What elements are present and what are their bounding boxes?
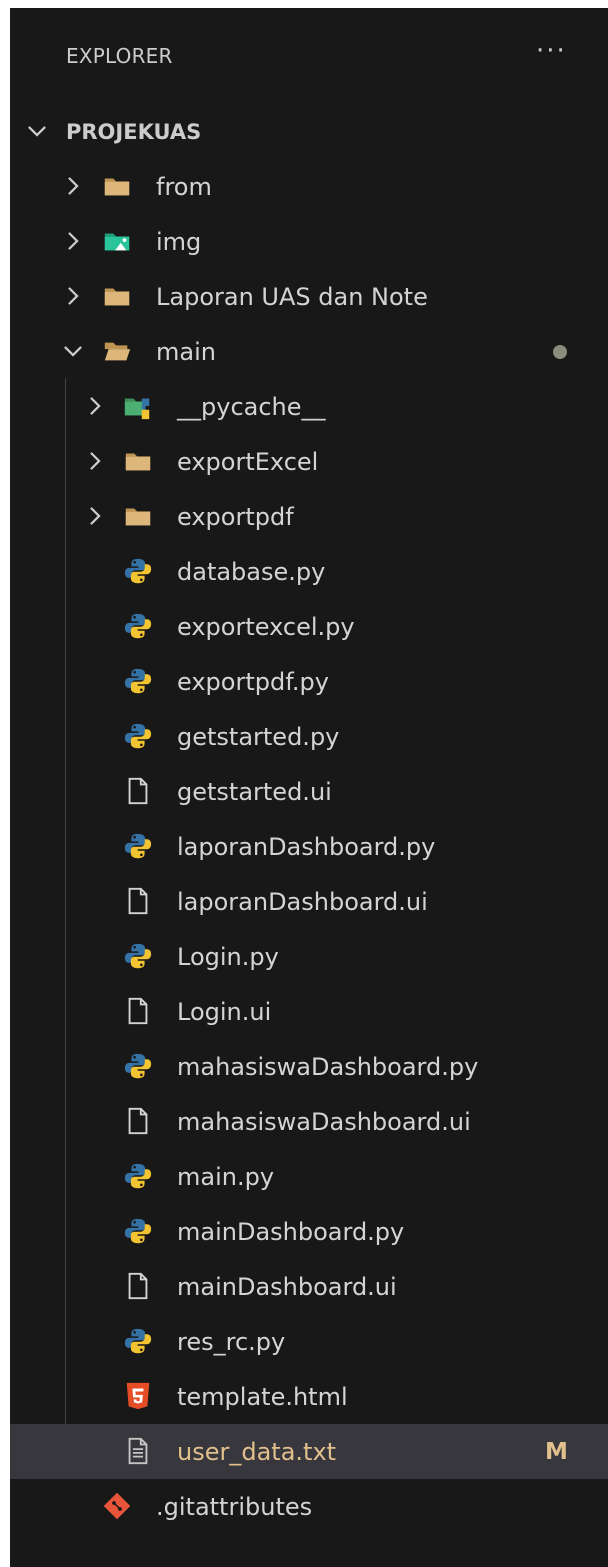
tree-label: database.py	[177, 558, 326, 586]
tree-label: getstarted.py	[177, 723, 340, 751]
python-icon	[123, 1216, 153, 1246]
modified-badge: M	[545, 1439, 568, 1465]
image-folder-icon	[102, 226, 132, 256]
tree-label: exportExcel	[177, 448, 319, 476]
tree-file-mahasiswadashboard-ui[interactable]: mahasiswaDashboard.ui	[10, 1094, 608, 1149]
tree-file-getstarted-ui[interactable]: getstarted.ui	[10, 764, 608, 819]
tree-label: Login.ui	[177, 998, 272, 1026]
tree-label: __pycache__	[177, 393, 326, 421]
tree-file-getstarted-py[interactable]: getstarted.py	[10, 709, 608, 764]
tree-label: res_rc.py	[177, 1328, 286, 1356]
text-file-icon	[123, 1436, 153, 1466]
python-icon	[123, 721, 153, 751]
tree-label: main.py	[177, 1163, 275, 1191]
chevron-right-icon	[60, 173, 86, 199]
file-icon	[123, 1106, 153, 1136]
python-icon	[123, 611, 153, 641]
tree-folder-from[interactable]: from	[10, 159, 608, 214]
tree-label: PROJEKUAS	[66, 120, 202, 144]
tree-label: img	[156, 228, 202, 256]
explorer-panel: EXPLORER ··· PROJEKUAS from img Laporan …	[10, 8, 608, 1567]
tree-file-maindashboard-ui[interactable]: mainDashboard.ui	[10, 1259, 608, 1314]
tree-file-res-rc-py[interactable]: res_rc.py	[10, 1314, 608, 1369]
tree-file-login-ui[interactable]: Login.ui	[10, 984, 608, 1039]
tree-label: mainDashboard.py	[177, 1218, 405, 1246]
python-folder-icon	[123, 391, 153, 421]
tree-label: template.html	[177, 1383, 348, 1411]
chevron-right-icon	[60, 283, 86, 309]
chevron-down-icon	[24, 118, 50, 144]
tree-label: user_data.txt	[177, 1438, 337, 1466]
tree-label: Login.py	[177, 943, 279, 971]
tree-file-user-data-txt[interactable]: user_data.txt M	[10, 1424, 608, 1479]
explorer-header: EXPLORER ···	[10, 8, 608, 110]
tree-file-exportpdf-py[interactable]: exportpdf.py	[10, 654, 608, 709]
folder-icon	[123, 446, 153, 476]
tree-folder-pycache[interactable]: __pycache__	[10, 379, 608, 434]
modified-dot-icon	[553, 345, 567, 359]
tree-label: exportpdf	[177, 503, 294, 531]
tree-label: mahasiswaDashboard.py	[177, 1053, 479, 1081]
python-icon	[123, 666, 153, 696]
tree-file-laporandashboard-py[interactable]: laporanDashboard.py	[10, 819, 608, 874]
tree-file-gitattributes[interactable]: .gitattributes	[10, 1479, 608, 1534]
folder-icon	[102, 171, 132, 201]
tree-folder-exportpdf[interactable]: exportpdf	[10, 489, 608, 544]
git-icon	[102, 1491, 132, 1521]
tree-file-mahasiswadashboard-py[interactable]: mahasiswaDashboard.py	[10, 1039, 608, 1094]
python-icon	[123, 1051, 153, 1081]
tree-label: exportpdf.py	[177, 668, 329, 696]
tree-label: .gitattributes	[156, 1493, 313, 1521]
tree-file-laporandashboard-ui[interactable]: laporanDashboard.ui	[10, 874, 608, 929]
tree-label: exportexcel.py	[177, 613, 355, 641]
folder-icon	[102, 281, 132, 311]
chevron-right-icon	[82, 503, 108, 529]
file-icon	[123, 1271, 153, 1301]
chevron-down-icon	[60, 338, 86, 364]
tree-file-login-py[interactable]: Login.py	[10, 929, 608, 984]
file-icon	[123, 996, 153, 1026]
tree-file-main-py[interactable]: main.py	[10, 1149, 608, 1204]
tree-folder-laporan[interactable]: Laporan UAS dan Note	[10, 269, 608, 324]
tree-label: Laporan UAS dan Note	[156, 283, 428, 311]
chevron-right-icon	[82, 448, 108, 474]
tree-label: from	[156, 173, 212, 201]
file-icon	[123, 886, 153, 916]
python-icon	[123, 1161, 153, 1191]
tree-folder-main[interactable]: main	[10, 324, 608, 379]
python-icon	[123, 831, 153, 861]
tree-folder-exportexcel[interactable]: exportExcel	[10, 434, 608, 489]
explorer-title: EXPLORER	[66, 44, 173, 68]
more-actions-icon[interactable]: ···	[536, 36, 567, 66]
open-folder-icon	[102, 336, 132, 366]
tree-file-database-py[interactable]: database.py	[10, 544, 608, 599]
python-icon	[123, 1326, 153, 1356]
tree-file-maindashboard-py[interactable]: mainDashboard.py	[10, 1204, 608, 1259]
tree-file-template-html[interactable]: template.html	[10, 1369, 608, 1424]
tree-label: main	[156, 338, 216, 366]
chevron-right-icon	[60, 228, 86, 254]
folder-icon	[123, 501, 153, 531]
tree-label: getstarted.ui	[177, 778, 332, 806]
file-icon	[123, 776, 153, 806]
python-icon	[123, 941, 153, 971]
tree-label: laporanDashboard.ui	[177, 888, 428, 916]
tree-folder-img[interactable]: img	[10, 214, 608, 269]
tree-label: mainDashboard.ui	[177, 1273, 397, 1301]
tree-label: laporanDashboard.py	[177, 833, 436, 861]
tree-label: mahasiswaDashboard.ui	[177, 1108, 471, 1136]
tree-file-exportexcel-py[interactable]: exportexcel.py	[10, 599, 608, 654]
html5-icon	[123, 1381, 153, 1411]
tree-root-projekuas[interactable]: PROJEKUAS	[10, 104, 608, 159]
python-icon	[123, 556, 153, 586]
chevron-right-icon	[82, 393, 108, 419]
